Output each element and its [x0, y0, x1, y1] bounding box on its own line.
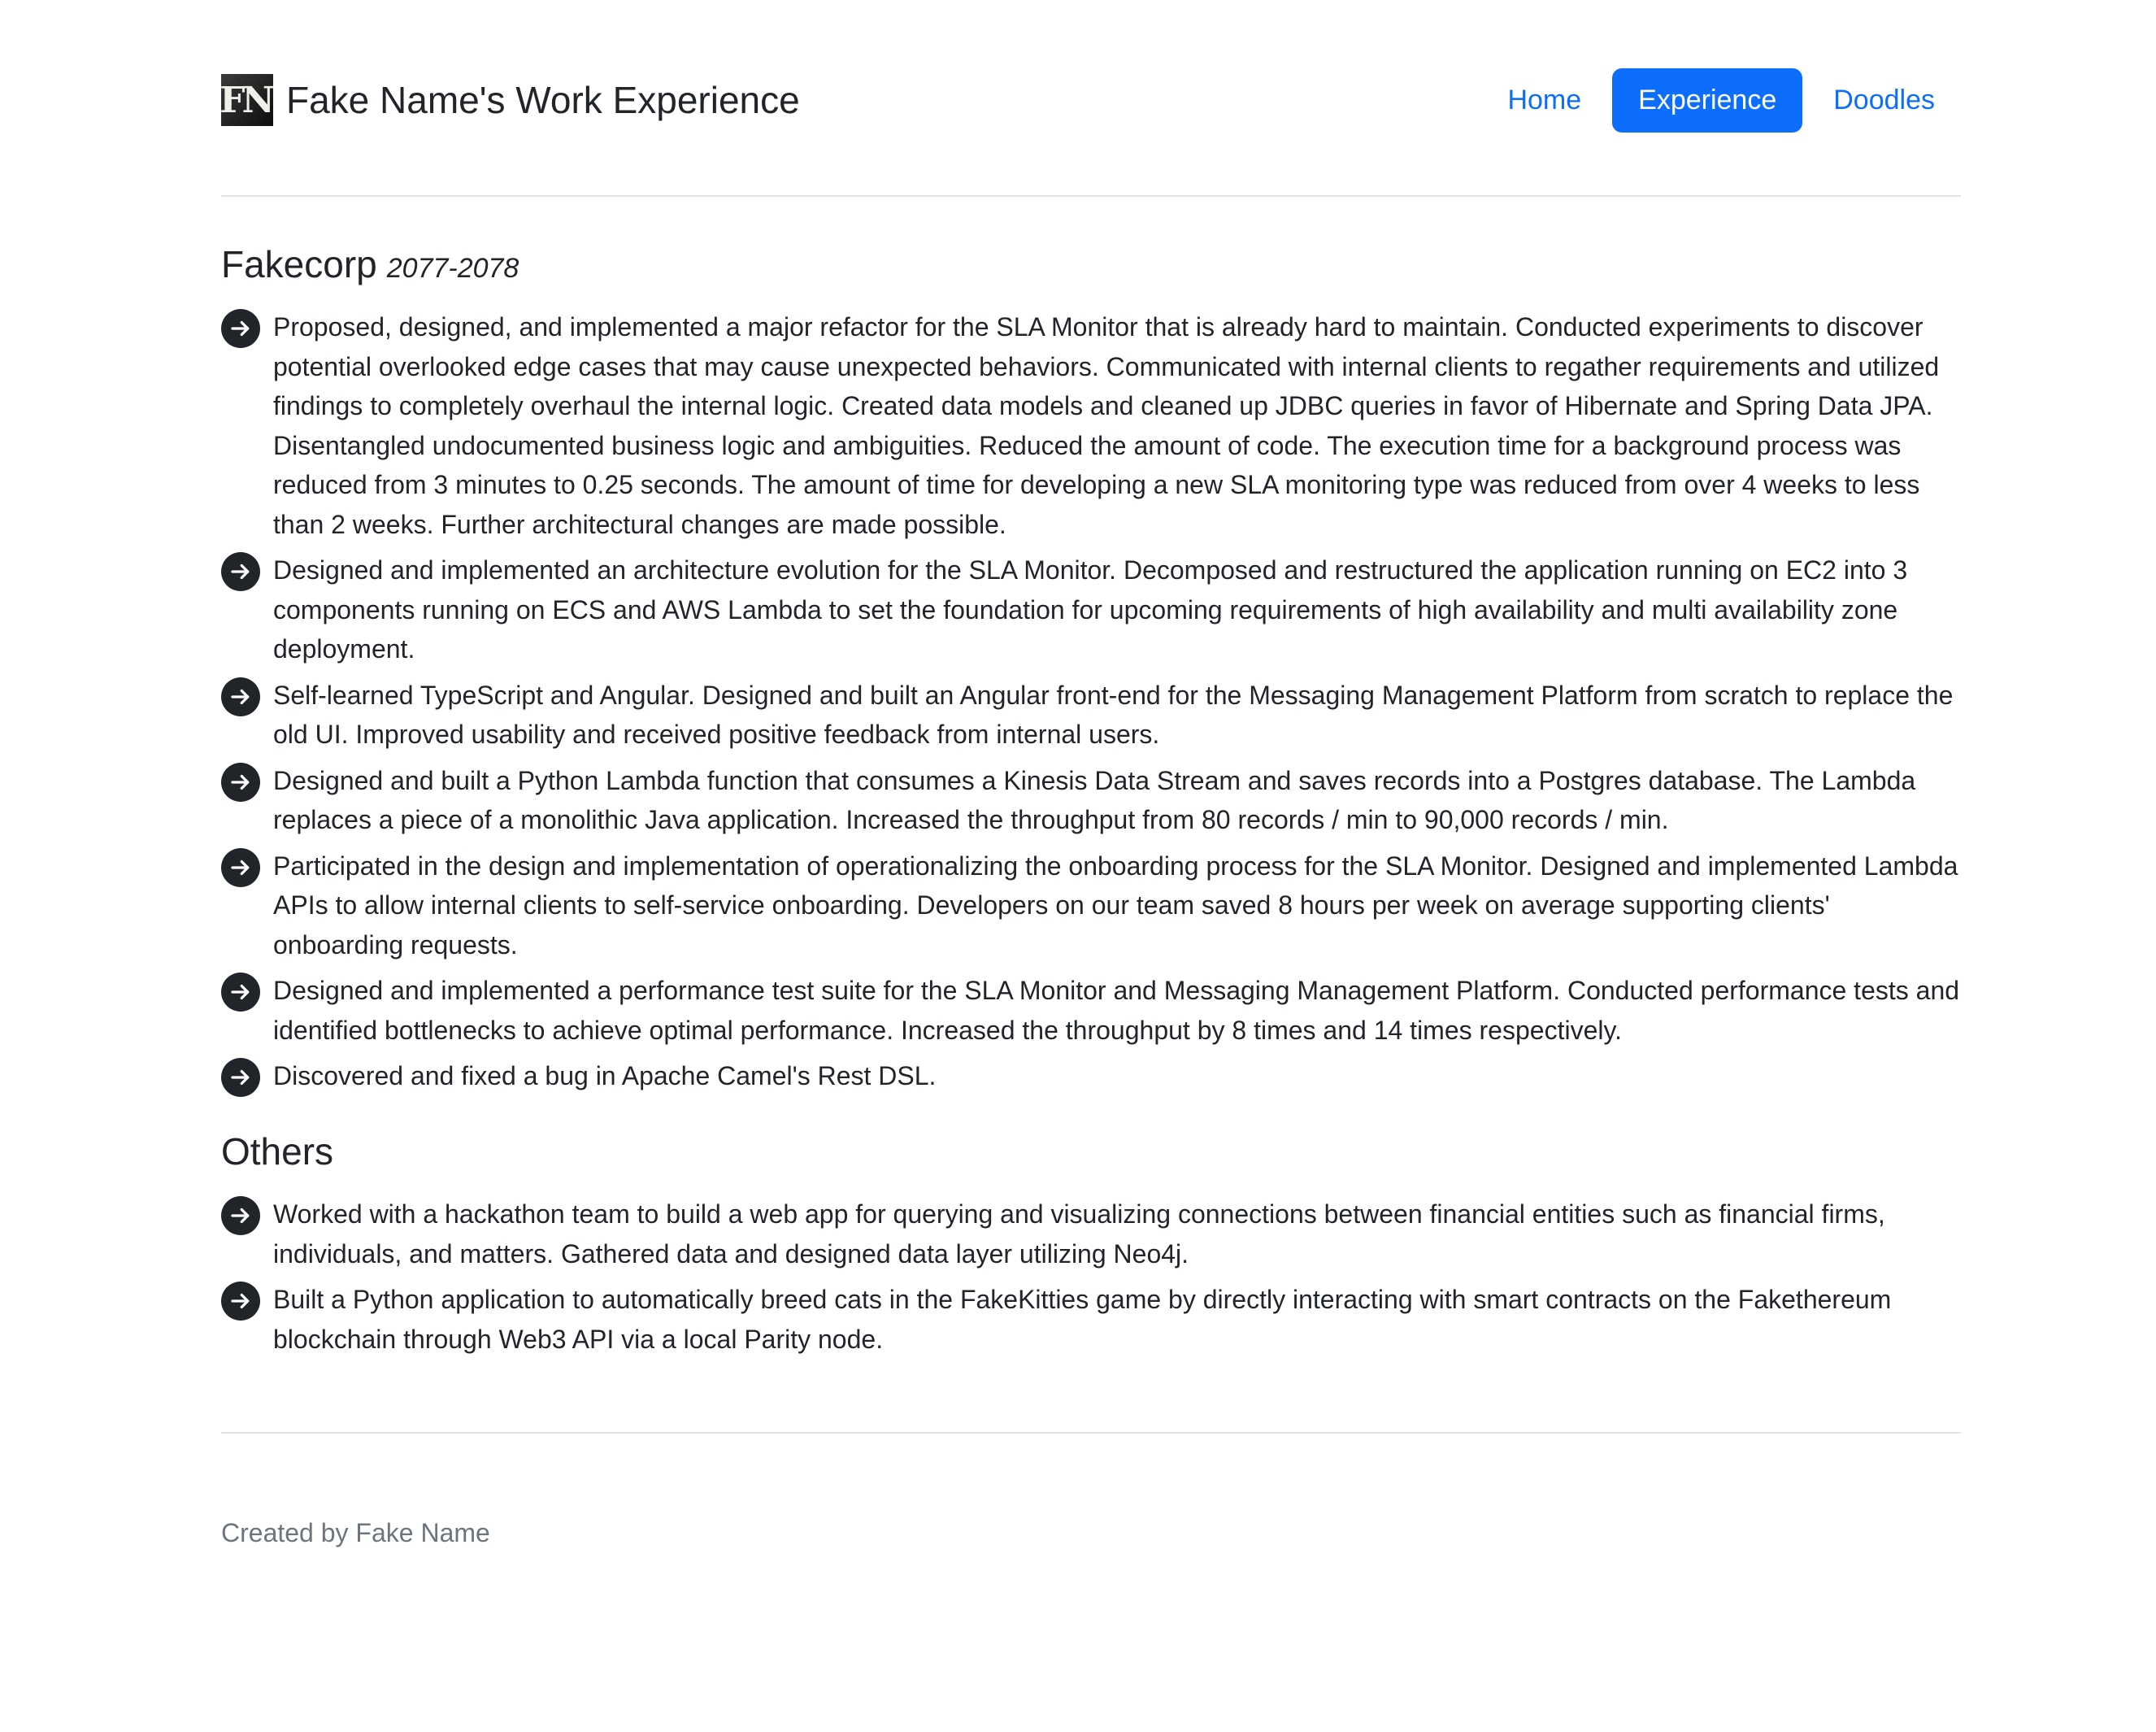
job-heading: Fakecorp 2077-2078 [221, 242, 1961, 286]
list-item-text: Worked with a hackathon team to build a … [273, 1199, 1885, 1269]
footer-credit: Created by Fake Name [221, 1518, 490, 1547]
list-item-text: Built a Python application to automatica… [273, 1285, 1892, 1354]
fn-logo-icon: FN [220, 74, 275, 126]
list-item-text: Participated in the design and implement… [273, 851, 1958, 960]
job-section: Fakecorp 2077-2078 Proposed, designed, a… [221, 242, 1961, 1097]
list-item: Designed and implemented an architecture… [221, 550, 1961, 669]
list-item-text: Designed and implemented a performance t… [273, 976, 1960, 1045]
job-item-list: Proposed, designed, and implemented a ma… [221, 307, 1961, 1097]
list-item-text: Designed and built a Python Lambda funct… [273, 765, 1916, 835]
nav-doodles-link[interactable]: Doodles [1807, 68, 1961, 133]
nav-experience-link[interactable]: Experience [1612, 67, 1803, 133]
arrow-right-circle-icon [221, 309, 260, 348]
list-item-text: Proposed, designed, and implemented a ma… [273, 312, 1940, 539]
list-item: Participated in the design and implement… [221, 846, 1961, 965]
others-section: Others Worked with a hackathon team to b… [221, 1129, 1961, 1359]
list-item: Built a Python application to automatica… [221, 1280, 1961, 1359]
others-item-list: Worked with a hackathon team to build a … [221, 1195, 1961, 1359]
arrow-right-circle-icon [221, 1058, 260, 1097]
list-item-text: Designed and implemented an architecture… [273, 555, 1908, 664]
list-item: Designed and built a Python Lambda funct… [221, 761, 1961, 840]
site-footer: Created by Fake Name [221, 1432, 1961, 1548]
list-item-text: Self-learned TypeScript and Angular. Des… [273, 680, 1954, 750]
arrow-right-circle-icon [221, 677, 260, 716]
arrow-right-circle-icon [221, 762, 260, 802]
arrow-right-circle-icon [221, 847, 260, 887]
arrow-right-circle-icon [221, 552, 260, 591]
list-item: Self-learned TypeScript and Angular. Des… [221, 676, 1961, 755]
arrow-right-circle-icon [221, 973, 260, 1012]
page-container: FN Fake Name's Work Experience Home Expe… [220, 0, 1961, 1548]
main-nav: Home Experience Doodles [1481, 67, 1961, 133]
arrow-right-circle-icon [221, 1282, 260, 1321]
nav-home-link[interactable]: Home [1481, 68, 1607, 133]
arrow-right-circle-icon [221, 1196, 260, 1235]
job-years: 2077-2078 [386, 253, 519, 284]
site-title: Fake Name's Work Experience [286, 79, 800, 121]
company-name: Fakecorp [221, 243, 377, 285]
list-item: Worked with a hackathon team to build a … [221, 1195, 1961, 1273]
others-heading: Others [221, 1130, 334, 1173]
list-item: Designed and implemented a performance t… [221, 971, 1961, 1050]
list-item: Proposed, designed, and implemented a ma… [221, 307, 1961, 544]
site-header: FN Fake Name's Work Experience Home Expe… [220, 0, 1961, 197]
brand[interactable]: FN Fake Name's Work Experience [220, 74, 800, 126]
list-item-text: Discovered and fixed a bug in Apache Cam… [273, 1061, 937, 1090]
list-item: Discovered and fixed a bug in Apache Cam… [221, 1056, 1961, 1097]
